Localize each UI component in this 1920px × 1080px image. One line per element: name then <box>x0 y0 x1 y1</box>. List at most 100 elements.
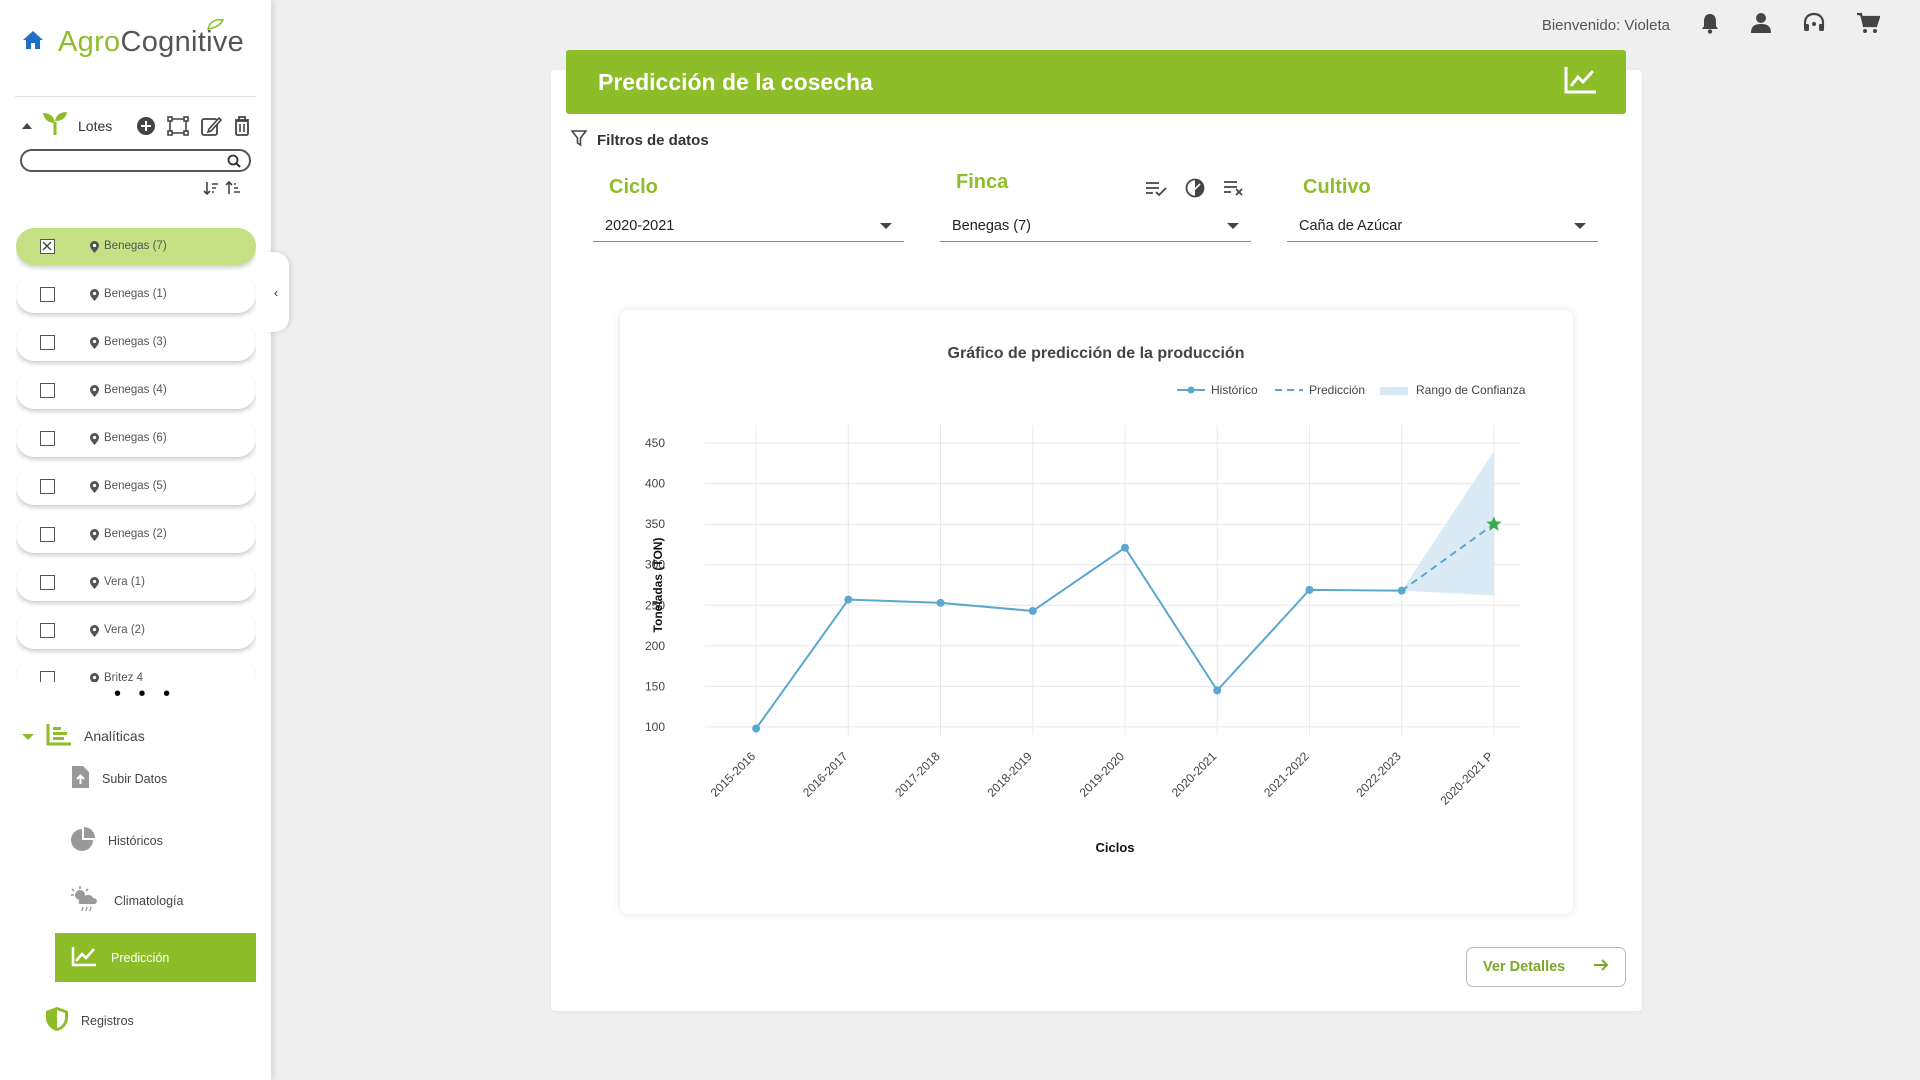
sidebar-collapse-button[interactable]: ‹ <box>263 252 289 332</box>
bell-icon[interactable] <box>1700 12 1720 39</box>
lotes-header: Lotes <box>22 110 252 141</box>
clear-selection-icon[interactable] <box>1223 179 1245 202</box>
cart-icon[interactable] <box>1856 12 1881 39</box>
ciclo-label: Ciclo <box>609 176 658 198</box>
x-tick-label: 2022-2023 <box>1353 749 1404 800</box>
lot-item[interactable]: Benegas (2) <box>16 516 256 553</box>
y-tick-label: 150 <box>645 679 665 693</box>
ciclo-filter: Ciclo 2020-2021 <box>593 176 904 242</box>
chart-card: Gráfico de predicción de la producción 1… <box>620 310 1573 914</box>
lot-checkbox[interactable] <box>40 623 55 638</box>
lot-name: Britez 4 <box>104 672 143 682</box>
arrow-right-icon <box>1593 958 1609 976</box>
filter-icon <box>570 130 588 151</box>
lot-item[interactable]: Vera (2) <box>16 612 256 649</box>
lot-checkbox[interactable] <box>40 287 55 302</box>
lot-checkbox[interactable] <box>40 383 55 398</box>
y-tick-label: 350 <box>645 517 665 531</box>
x-tick-label: 2015-2016 <box>708 749 759 800</box>
lot-checkbox[interactable] <box>40 239 55 254</box>
x-tick-label: 2016-2017 <box>800 749 851 800</box>
analytics-icon <box>46 722 72 749</box>
more-indicator[interactable]: • • • <box>114 684 176 704</box>
ciclo-select[interactable]: 2020-2021 <box>593 211 904 242</box>
lot-checkbox[interactable] <box>40 431 55 446</box>
subir-datos-item[interactable]: Subir Datos <box>70 765 167 792</box>
ver-detalles-button[interactable]: Ver Detalles <box>1466 947 1626 987</box>
map-pin-icon <box>90 336 99 354</box>
confidence-band <box>1401 451 1494 596</box>
lot-checkbox[interactable] <box>40 335 55 350</box>
legend-historic-marker <box>1187 386 1195 394</box>
collapse-down-icon[interactable] <box>22 728 34 744</box>
lot-item[interactable]: Benegas (1) <box>16 276 256 313</box>
weather-icon <box>70 886 102 915</box>
collapse-up-icon[interactable] <box>22 117 32 135</box>
lot-name: Benegas (3) <box>104 336 167 348</box>
lot-checkbox[interactable] <box>40 527 55 542</box>
cultivo-select[interactable]: Caña de Azúcar <box>1287 211 1598 242</box>
x-axis-label: Ciclos <box>1095 840 1134 855</box>
lot-checkbox[interactable] <box>40 671 55 682</box>
search-input[interactable] <box>32 151 222 170</box>
lot-name: Vera (2) <box>104 624 145 636</box>
edit-icon[interactable] <box>200 115 223 137</box>
lot-item[interactable]: Benegas (7) <box>16 228 256 265</box>
user-icon[interactable] <box>1750 12 1772 39</box>
dropdown-caret-icon <box>1574 223 1586 229</box>
lot-item[interactable]: Benegas (4) <box>16 372 256 409</box>
lot-checkbox[interactable] <box>40 575 55 590</box>
lot-item[interactable]: Vera (1) <box>16 564 256 601</box>
leaf-icon <box>207 19 225 30</box>
x-tick-label: 2017-2018 <box>892 749 943 800</box>
finca-tools <box>1145 178 1245 203</box>
lot-item[interactable]: Benegas (6) <box>16 420 256 457</box>
map-pin-icon <box>90 480 99 498</box>
chart-title: Gráfico de predicción de la producción <box>948 345 1245 362</box>
sort-descending-icon[interactable] <box>225 180 241 201</box>
filters-title: Filtros de datos <box>570 130 709 151</box>
x-tick-label: 2021-2022 <box>1261 749 1312 800</box>
confidence-area <box>1401 451 1494 596</box>
pie-chart-icon <box>70 826 96 855</box>
home-icon[interactable] <box>22 30 44 55</box>
data-point <box>1028 606 1037 615</box>
polygon-edit-icon[interactable] <box>166 115 190 137</box>
trash-icon[interactable] <box>232 115 252 137</box>
x-tick-label: 2018-2019 <box>984 749 1035 800</box>
lot-name: Benegas (2) <box>104 528 167 540</box>
registros-item[interactable]: Registros <box>45 1006 134 1035</box>
lot-item[interactable]: Benegas (3) <box>16 324 256 361</box>
lot-item[interactable]: Britez 4 <box>16 660 256 682</box>
page-title: Predicción de la cosecha <box>598 68 873 95</box>
dropdown-caret-icon <box>880 223 892 229</box>
headset-icon[interactable] <box>1802 12 1826 39</box>
card-header: Predicción de la cosecha <box>566 50 1626 114</box>
cultivo-filter: Cultivo Caña de Azúcar <box>1287 176 1598 242</box>
map-pin-icon <box>90 624 99 642</box>
finca-select[interactable]: Benegas (7) <box>940 211 1251 242</box>
chart-grid <box>705 425 1520 735</box>
analiticas-section[interactable]: Analíticas <box>22 722 145 749</box>
x-tick-label: 2020-2021 <box>1169 749 1220 800</box>
add-lot-icon[interactable] <box>136 116 156 136</box>
prediccion-item[interactable]: Predicción <box>55 933 256 982</box>
climatologia-item[interactable]: Climatología <box>70 886 183 915</box>
prediction-chart: Gráfico de predicción de la producción 1… <box>645 345 1526 855</box>
welcome-text: Bienvenido: Violeta <box>1541 17 1670 34</box>
historicos-item[interactable]: Históricos <box>70 826 163 855</box>
data-point <box>844 595 853 604</box>
legend-prediction-label: Predicción <box>1309 383 1365 397</box>
lot-name: Benegas (5) <box>104 480 167 492</box>
select-all-icon[interactable] <box>1145 180 1167 201</box>
map-pin-icon <box>90 576 99 594</box>
map-pin-icon <box>90 240 99 258</box>
lot-checkbox[interactable] <box>40 479 55 494</box>
invert-selection-icon[interactable] <box>1185 178 1205 203</box>
lot-item[interactable]: Benegas (5) <box>16 468 256 505</box>
analiticas-label: Analíticas <box>84 727 145 744</box>
sort-ascending-icon[interactable] <box>203 180 219 201</box>
data-point <box>752 724 761 733</box>
data-point <box>1213 686 1222 695</box>
search-icon[interactable] <box>227 154 241 173</box>
